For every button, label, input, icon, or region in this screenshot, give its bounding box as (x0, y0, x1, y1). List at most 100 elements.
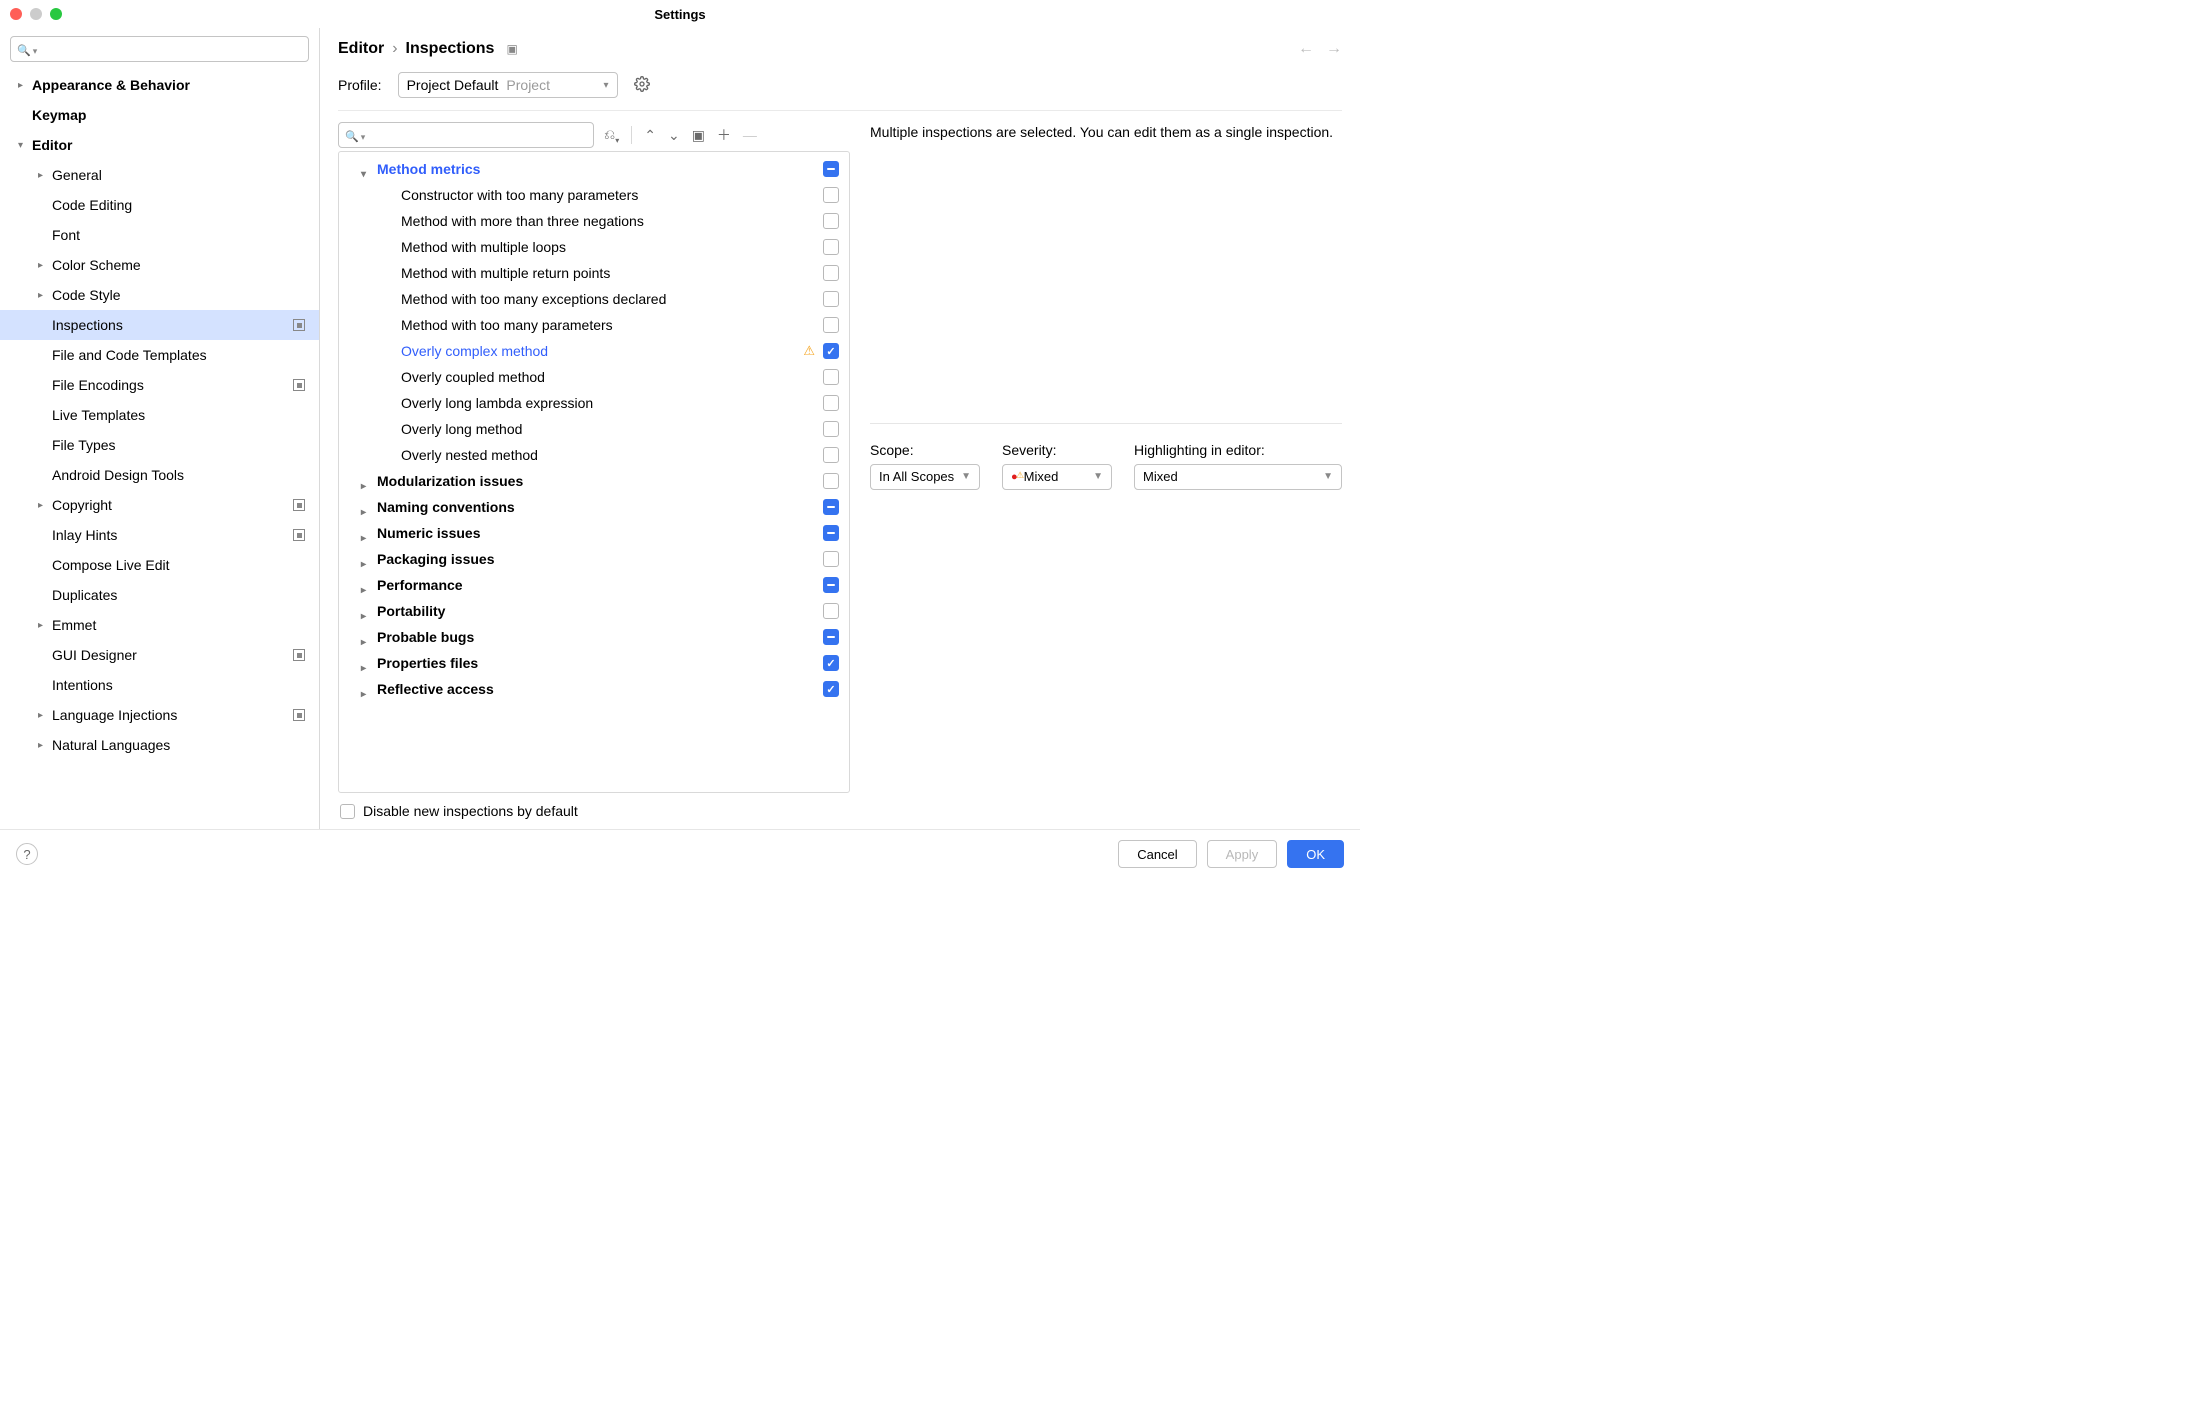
inspection-item-method-with-too-many-parameters[interactable]: Method with too many parameters (341, 312, 843, 338)
add-icon[interactable]: ＋ (717, 125, 731, 145)
inspection-item-method-with-multiple-return-points[interactable]: Method with multiple return points (341, 260, 843, 286)
inspection-item-method-with-more-than-three-negations[interactable]: Method with more than three negations (341, 208, 843, 234)
inspection-group-naming-conventions[interactable]: Naming conventions (341, 494, 843, 520)
expand-all-icon[interactable]: ⌃ (644, 127, 656, 144)
gear-icon[interactable] (634, 76, 650, 95)
collapse-all-icon[interactable]: ⌄ (668, 127, 680, 144)
sidebar-item-intentions[interactable]: Intentions (0, 670, 319, 700)
sidebar-item-inspections[interactable]: Inspections (0, 310, 319, 340)
inspection-checkbox[interactable] (823, 343, 839, 359)
inspection-checkbox[interactable] (823, 681, 839, 697)
inspection-item-overly-long-lambda-expression[interactable]: Overly long lambda expression (341, 390, 843, 416)
chevron-right-icon[interactable]: ▸ (38, 170, 52, 181)
inspection-checkbox[interactable] (823, 655, 839, 671)
inspection-checkbox[interactable] (823, 291, 839, 307)
inspection-checkbox[interactable] (823, 499, 839, 515)
sidebar-item-language-injections[interactable]: ▸Language Injections (0, 700, 319, 730)
inspection-group-numeric-issues[interactable]: Numeric issues (341, 520, 843, 546)
inspection-checkbox[interactable] (823, 369, 839, 385)
disable-new-inspections-checkbox[interactable] (340, 804, 355, 819)
inspection-item-method-with-too-many-exceptions-declared[interactable]: Method with too many exceptions declared (341, 286, 843, 312)
inspection-group-modularization-issues[interactable]: Modularization issues (341, 468, 843, 494)
inspection-group-reflective-access[interactable]: Reflective access (341, 676, 843, 702)
sidebar-item-keymap[interactable]: Keymap (0, 100, 319, 130)
remove-icon[interactable]: — (743, 127, 757, 143)
chevron-right-icon[interactable]: ▸ (38, 740, 52, 751)
sidebar-item-emmet[interactable]: ▸Emmet (0, 610, 319, 640)
sidebar-item-appearance-behavior[interactable]: ▸Appearance & Behavior (0, 70, 319, 100)
inspection-checkbox[interactable] (823, 213, 839, 229)
reset-profile-icon[interactable]: ▣ (692, 127, 705, 144)
inspection-checkbox[interactable] (823, 577, 839, 593)
sidebar-item-font[interactable]: Font (0, 220, 319, 250)
inspection-item-overly-complex-method[interactable]: Overly complex method⚠ (341, 338, 843, 364)
sidebar-item-live-templates[interactable]: Live Templates (0, 400, 319, 430)
sidebar-item-file-and-code-templates[interactable]: File and Code Templates (0, 340, 319, 370)
inspection-checkbox[interactable] (823, 161, 839, 177)
inspection-checkbox[interactable] (823, 239, 839, 255)
apply-button[interactable]: Apply (1207, 840, 1278, 868)
sidebar-item-editor[interactable]: ▾Editor (0, 130, 319, 160)
sidebar-item-compose-live-edit[interactable]: Compose Live Edit (0, 550, 319, 580)
inspection-checkbox[interactable] (823, 395, 839, 411)
chevron-right-icon[interactable]: ▸ (38, 620, 52, 631)
sidebar-item-natural-languages[interactable]: ▸Natural Languages (0, 730, 319, 760)
chevron-down-icon[interactable]: ▾ (18, 140, 32, 151)
breadcrumb-root[interactable]: Editor (338, 40, 384, 58)
sidebar-item-duplicates[interactable]: Duplicates (0, 580, 319, 610)
filter-icon[interactable]: ⎌▾ (604, 126, 619, 145)
inspection-group-properties-files[interactable]: Properties files (341, 650, 843, 676)
highlight-dropdown[interactable]: Mixed ▼ (1134, 464, 1342, 490)
chevron-right-icon[interactable]: ▸ (38, 710, 52, 721)
chevron-right-icon[interactable]: ▸ (38, 260, 52, 271)
inspection-checkbox[interactable] (823, 317, 839, 333)
inspection-checkbox[interactable] (823, 447, 839, 463)
inspection-group-performance[interactable]: Performance (341, 572, 843, 598)
inspection-item-constructor-with-too-many-parameters[interactable]: Constructor with too many parameters (341, 182, 843, 208)
help-button[interactable]: ? (16, 843, 38, 865)
chevron-right-icon[interactable]: ▸ (38, 500, 52, 511)
chevron-right-icon[interactable]: ▸ (18, 80, 32, 91)
forward-button[interactable]: → (1326, 40, 1342, 58)
sidebar-item-file-types[interactable]: File Types (0, 430, 319, 460)
inspection-checkbox[interactable] (823, 473, 839, 489)
sidebar-item-code-style[interactable]: ▸Code Style (0, 280, 319, 310)
ok-button[interactable]: OK (1287, 840, 1344, 868)
inspection-item-overly-long-method[interactable]: Overly long method (341, 416, 843, 442)
inspection-checkbox[interactable] (823, 603, 839, 619)
inspection-item-method-with-multiple-loops[interactable]: Method with multiple loops (341, 234, 843, 260)
inspection-checkbox[interactable] (823, 551, 839, 567)
back-button[interactable]: ← (1298, 40, 1314, 58)
scope-dropdown[interactable]: In All Scopes ▼ (870, 464, 980, 490)
inspection-checkbox[interactable] (823, 187, 839, 203)
inspection-item-overly-coupled-method[interactable]: Overly coupled method (341, 364, 843, 390)
inspection-group-portability[interactable]: Portability (341, 598, 843, 624)
sidebar-item-code-editing[interactable]: Code Editing (0, 190, 319, 220)
severity-dropdown[interactable]: Mixed ▼ (1002, 464, 1112, 490)
profile-dropdown[interactable]: Project Default Project ▾ (398, 72, 618, 98)
reset-icon[interactable]: ▣ (506, 42, 517, 56)
sidebar-item-gui-designer[interactable]: GUI Designer (0, 640, 319, 670)
sidebar-item-copyright[interactable]: ▸Copyright (0, 490, 319, 520)
settings-tree[interactable]: ▸Appearance & BehaviorKeymap▾Editor▸Gene… (0, 70, 319, 829)
inspection-checkbox[interactable] (823, 525, 839, 541)
inspection-checkbox[interactable] (823, 421, 839, 437)
sidebar-item-general[interactable]: ▸General (0, 160, 319, 190)
cancel-button[interactable]: Cancel (1118, 840, 1196, 868)
inspection-item-overly-nested-method[interactable]: Overly nested method (341, 442, 843, 468)
inspection-group-probable-bugs[interactable]: Probable bugs (341, 624, 843, 650)
chevron-right-icon[interactable]: ▸ (38, 290, 52, 301)
inspection-tree[interactable]: Method metricsConstructor with too many … (338, 151, 850, 793)
sidebar-item-android-design-tools[interactable]: Android Design Tools (0, 460, 319, 490)
search-history-chevron-icon[interactable] (359, 128, 366, 143)
inspection-group-method-metrics[interactable]: Method metrics (341, 156, 843, 182)
disable-new-inspections-row[interactable]: Disable new inspections by default (338, 793, 850, 829)
inspection-checkbox[interactable] (823, 629, 839, 645)
inspection-group-packaging-issues[interactable]: Packaging issues (341, 546, 843, 572)
search-history-chevron-icon[interactable] (31, 42, 38, 57)
sidebar-item-color-scheme[interactable]: ▸Color Scheme (0, 250, 319, 280)
sidebar-search-input[interactable] (10, 36, 309, 62)
inspection-checkbox[interactable] (823, 265, 839, 281)
sidebar-item-file-encodings[interactable]: File Encodings (0, 370, 319, 400)
sidebar-item-inlay-hints[interactable]: Inlay Hints (0, 520, 319, 550)
